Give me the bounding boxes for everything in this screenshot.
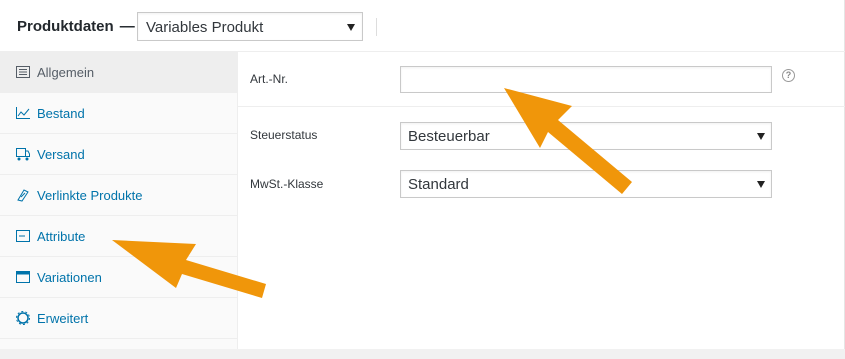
sku-label: Art.-Nr.	[250, 72, 288, 86]
tab-label: Allgemein	[37, 65, 95, 80]
tab-label: Attribute	[37, 229, 86, 244]
gear-icon	[16, 311, 30, 325]
header-divider	[376, 18, 377, 36]
title-separator: —	[119, 18, 135, 35]
panel-title-text: Produktdaten	[17, 18, 114, 35]
chevron-down-icon	[347, 24, 355, 31]
tab-erweitert[interactable]: Erweitert	[0, 298, 237, 339]
product-type-value: Variables Produkt	[146, 19, 264, 36]
tax-class-select[interactable]: Standard	[400, 170, 772, 198]
tax-status-label: Steuerstatus	[250, 128, 318, 142]
chevron-down-icon	[757, 133, 765, 140]
tab-label: Bestand	[37, 106, 85, 121]
tax-status-value: Besteuerbar	[408, 128, 490, 145]
product-type-select[interactable]: Variables Produkt	[137, 12, 363, 41]
tax-status-select[interactable]: Besteuerbar	[400, 122, 772, 150]
panel-header: Produktdaten — Variables Produkt	[0, 0, 845, 52]
tab-versand[interactable]: Versand	[0, 134, 237, 175]
product-data-panel: Produktdaten — Variables Produkt Allgemei…	[0, 0, 845, 349]
general-icon	[16, 65, 30, 79]
tab-verlinkte-produkte[interactable]: Verlinkte Produkte	[0, 175, 237, 216]
product-data-tabs: Allgemein Bestand Versand Verlinkte Prod…	[0, 52, 238, 349]
tab-label: Versand	[37, 147, 85, 162]
variations-icon	[16, 270, 30, 284]
section-divider	[238, 106, 845, 107]
inventory-chart-icon	[16, 106, 30, 120]
tab-label: Variationen	[37, 270, 102, 285]
tab-allgemein[interactable]: Allgemein	[0, 52, 237, 93]
tab-label: Verlinkte Produkte	[37, 188, 143, 203]
tab-label: Erweitert	[37, 311, 89, 326]
link-icon	[16, 188, 30, 202]
tab-attribute[interactable]: Attribute	[0, 216, 237, 257]
tab-variationen[interactable]: Variationen	[0, 257, 237, 298]
panel-title: Produktdaten —	[17, 18, 135, 35]
tab-bestand[interactable]: Bestand	[0, 93, 237, 134]
shipping-truck-icon	[16, 147, 30, 161]
tax-class-label: MwSt.-Klasse	[250, 177, 324, 191]
help-icon[interactable]: ?	[782, 69, 795, 82]
chevron-down-icon	[757, 181, 765, 188]
sku-input[interactable]	[400, 66, 772, 93]
attribute-icon	[16, 229, 30, 243]
tax-class-value: Standard	[408, 176, 469, 193]
